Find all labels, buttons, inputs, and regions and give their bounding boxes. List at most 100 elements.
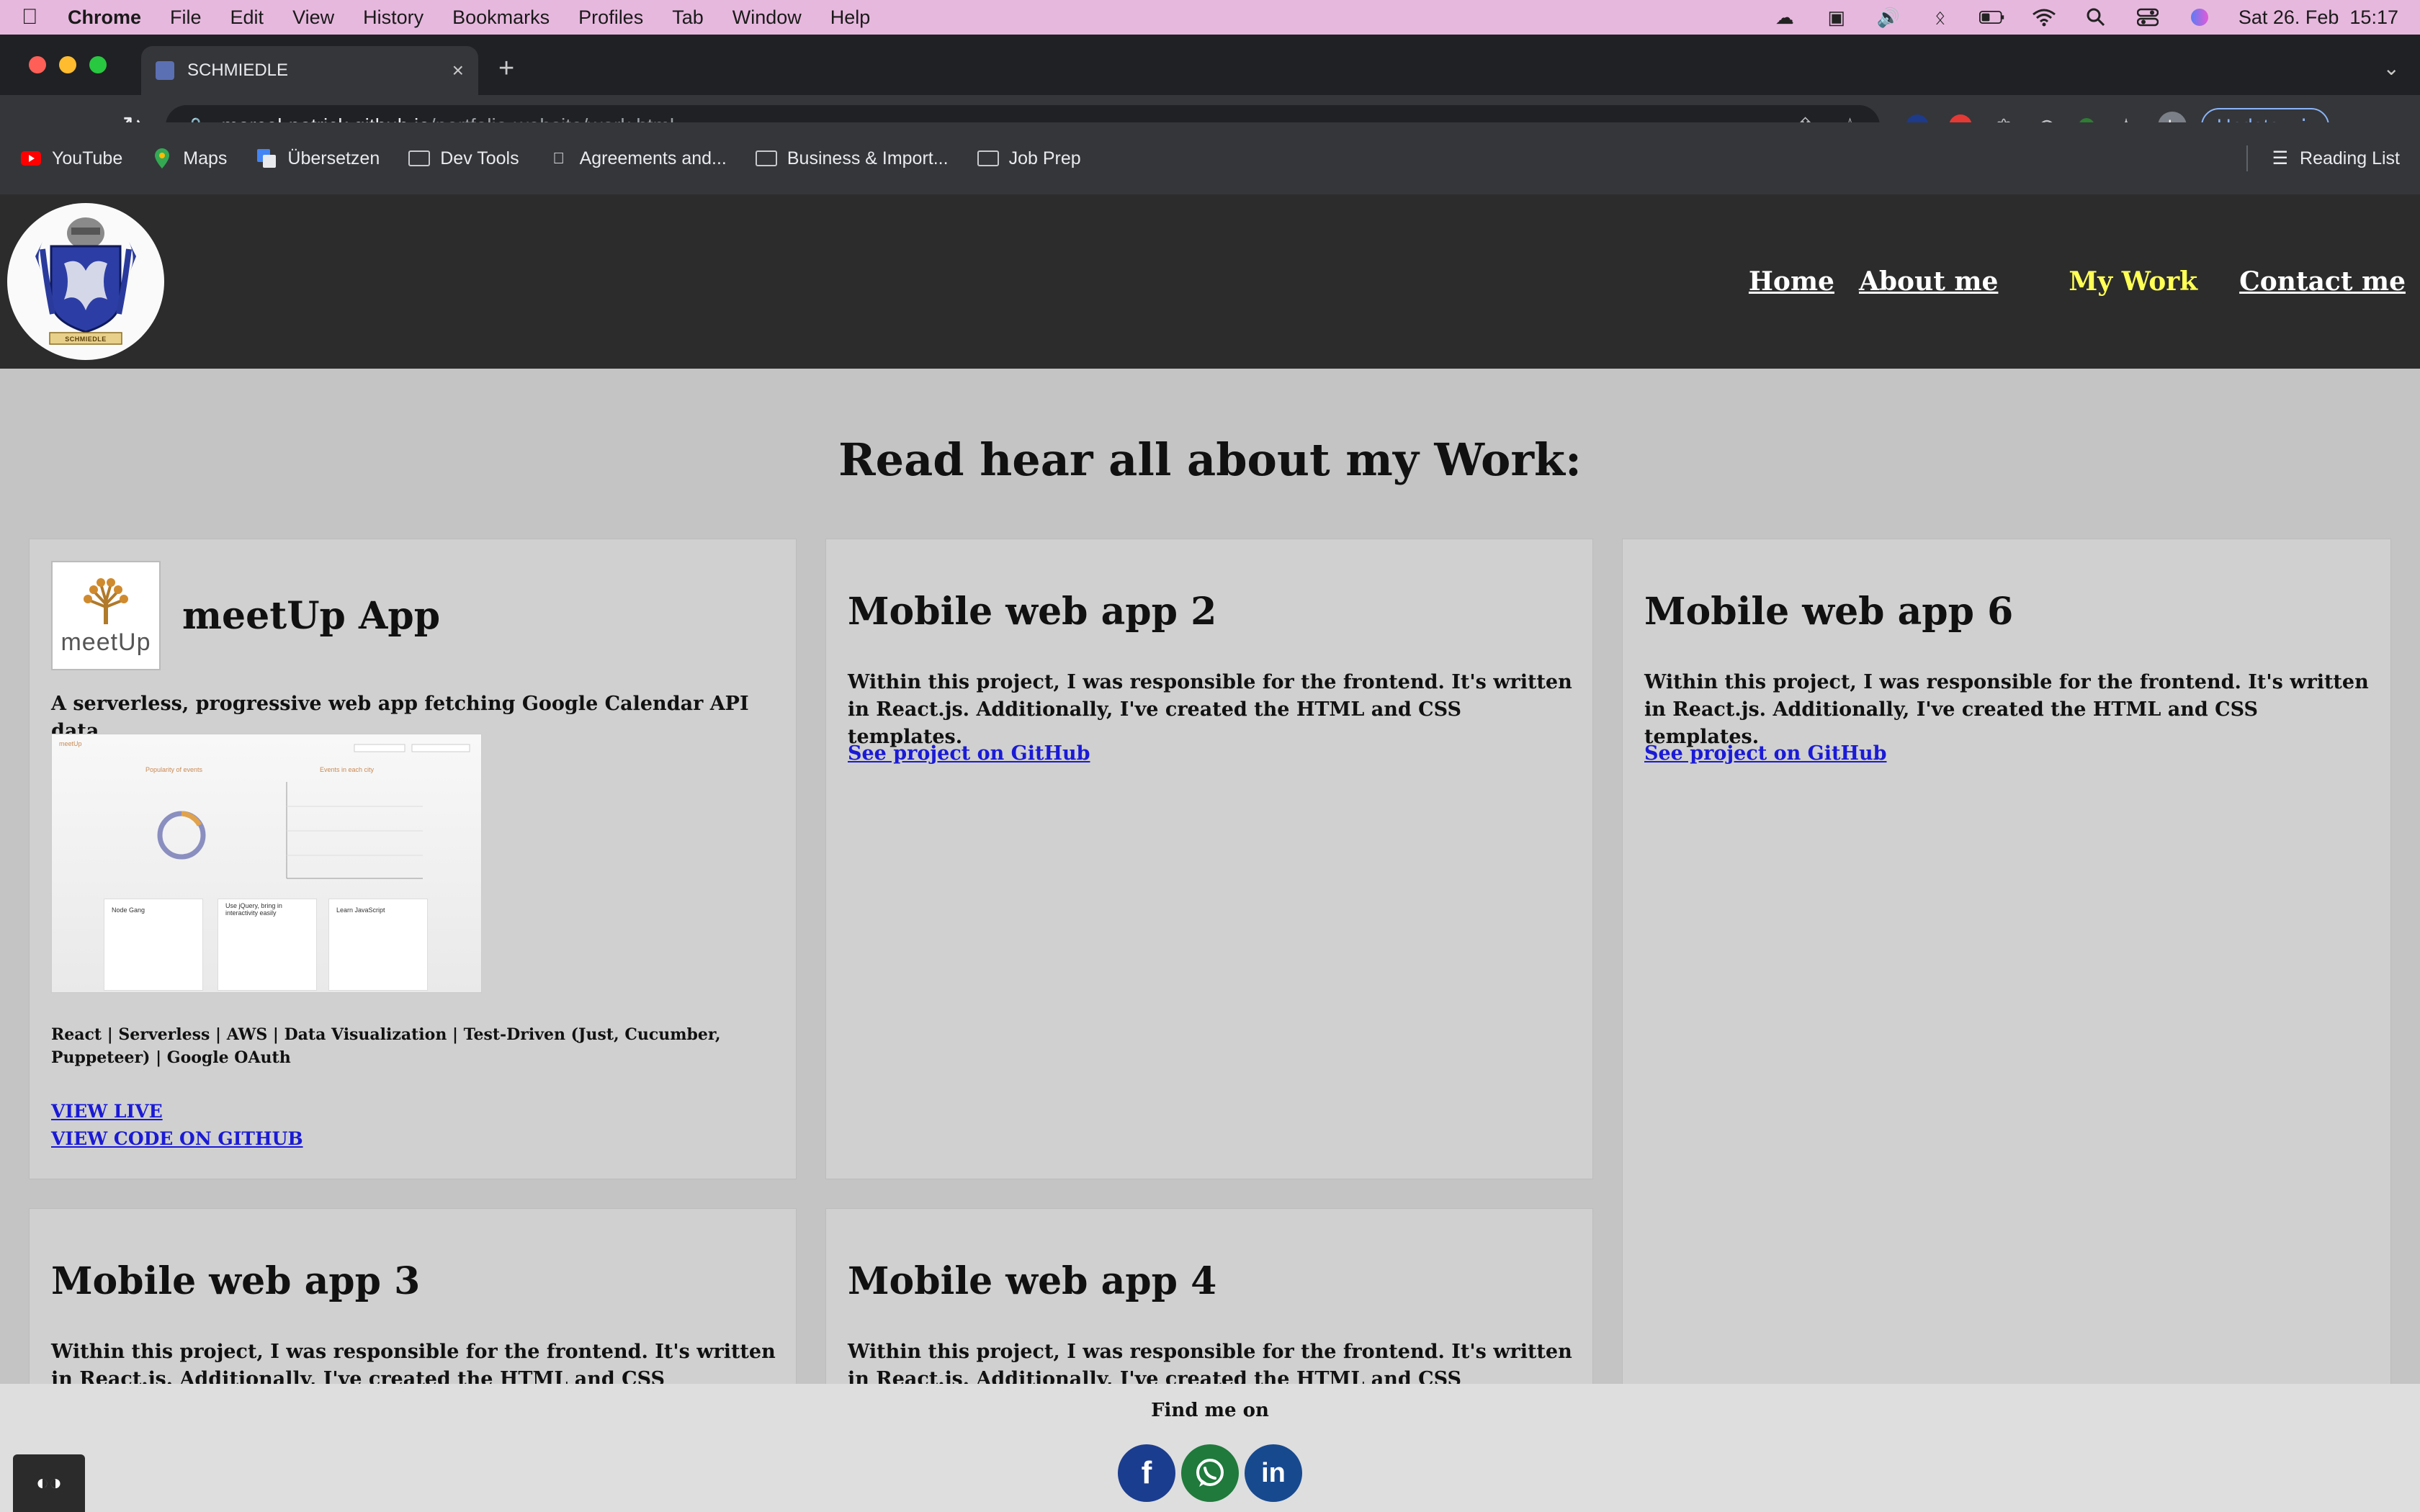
shot-event-title: Learn JavaScript	[336, 906, 385, 914]
bookmark-maps[interactable]: Maps	[151, 148, 227, 169]
work-page-main: Read hear all about my Work: meetUp meet…	[0, 369, 2420, 1384]
maps-pin-icon	[151, 148, 173, 168]
folder-icon	[408, 150, 431, 166]
meetup-logo: meetUp	[51, 561, 161, 670]
bookmark-label: Maps	[183, 148, 228, 168]
bookmark-label: Agreements and...	[579, 148, 727, 168]
menu-app-name[interactable]: Chrome	[68, 6, 141, 29]
tab-search-chevron-icon[interactable]: ⌄	[2383, 56, 2400, 80]
project-title: Mobile web app 4	[848, 1259, 1217, 1303]
meetup-header: meetUp meetUp App	[51, 561, 440, 670]
menu-bookmarks[interactable]: Bookmarks	[452, 6, 550, 29]
shot-event-card: Use jQuery, bring in interactivity easil…	[218, 899, 317, 991]
project-screenshot[interactable]: meetUp Popularity of events Events in ea…	[51, 734, 482, 993]
new-tab-icon[interactable]: +	[498, 53, 514, 84]
site-logo[interactable]: SCHMIEDLE	[7, 203, 164, 360]
menu-tab[interactable]: Tab	[672, 6, 704, 29]
close-window-icon[interactable]	[29, 56, 46, 73]
shot-event-title: Use jQuery, bring in interactivity easil…	[225, 902, 282, 917]
minimize-window-icon[interactable]	[59, 56, 76, 73]
clock[interactable]: Sat 26. Feb 15:17	[2238, 6, 2398, 29]
project-card-app4: Mobile web app 4 Within this project, I …	[825, 1208, 1593, 1384]
site-header: SCHMIEDLE Home About me My Work Contact …	[0, 194, 2420, 369]
view-live-link[interactable]: VIEW LIVE	[51, 1101, 163, 1122]
menu-edit[interactable]: Edit	[230, 6, 264, 29]
whatsapp-icon[interactable]	[1181, 1444, 1239, 1502]
apple-icon: 	[548, 149, 570, 167]
volume-icon[interactable]: 🔊	[1876, 6, 1901, 28]
bookmark-youtube[interactable]: YouTube	[20, 148, 122, 169]
tab-title: SCHMIEDLE	[187, 60, 289, 80]
zoom-window-icon[interactable]	[89, 56, 107, 73]
facebook-icon[interactable]: f	[1118, 1444, 1175, 1502]
siri-icon[interactable]	[2187, 8, 2213, 27]
reader-mode-glasses-icon[interactable]: ◐◑	[13, 1454, 85, 1512]
tab-close-icon[interactable]: ×	[452, 59, 464, 82]
folder-icon	[755, 150, 777, 166]
menu-file[interactable]: File	[170, 6, 202, 29]
cloud-icon[interactable]: ☁	[1772, 6, 1798, 28]
project-card-app3: Mobile web app 3 Within this project, I …	[29, 1208, 797, 1384]
project-description: Within this project, I was responsible f…	[51, 1341, 776, 1384]
menu-profiles[interactable]: Profiles	[578, 6, 643, 29]
spotlight-search-icon[interactable]	[2083, 8, 2109, 27]
shot-event-card: Node Gang	[104, 899, 203, 991]
nav-about-me[interactable]: About me	[1859, 266, 1998, 297]
shot-event-title: Node Gang	[112, 906, 145, 914]
battery-icon[interactable]	[1978, 8, 2005, 27]
window-controls	[29, 56, 107, 73]
project-card-meetup: meetUp meetUp App A serverless, progress…	[29, 539, 797, 1179]
project-title: meetUp App	[182, 593, 441, 638]
project-card-app6: Mobile web app 6 Within this project, I …	[1622, 539, 2391, 1384]
bookmark-label: Dev Tools	[440, 148, 519, 168]
display-icon[interactable]: ▣	[1824, 6, 1850, 28]
reading-list-icon: ☰	[2272, 148, 2289, 168]
menu-window[interactable]: Window	[732, 6, 802, 29]
menu-view[interactable]: View	[292, 6, 334, 29]
view-code-link[interactable]: VIEW CODE ON GITHUB	[51, 1128, 303, 1149]
logo-ribbon-text: SCHMIEDLE	[65, 336, 107, 343]
nav-my-work[interactable]: My Work	[2069, 266, 2197, 297]
bookmark-label: Job Prep	[1008, 148, 1081, 168]
bookmark-label: YouTube	[52, 148, 123, 168]
apple-icon[interactable]: 	[22, 5, 50, 30]
menu-history[interactable]: History	[363, 6, 424, 29]
nav-contact-me[interactable]: Contact me	[2239, 266, 2406, 297]
project-card-app2: Mobile web app 2 Within this project, I …	[825, 539, 1593, 1179]
browser-tab[interactable]: SCHMIEDLE ×	[141, 46, 478, 95]
folder-icon	[977, 150, 999, 166]
find-me-on-label: Find me on	[1151, 1400, 1269, 1421]
control-center-icon[interactable]	[2135, 8, 2161, 27]
youtube-icon	[20, 150, 42, 167]
project-tech-stack: React | Serverless | AWS | Data Visualiz…	[51, 1025, 721, 1067]
bookmark-folder-business[interactable]: Business & Import...	[755, 148, 949, 169]
divider	[2246, 145, 2248, 171]
bookmark-label: Business & Import...	[786, 148, 949, 168]
translate-icon	[256, 149, 277, 168]
github-project-link[interactable]: See project on GitHub	[848, 742, 1090, 765]
site-footer: Find me on f in	[0, 1384, 2420, 1512]
page-title: Read hear all about my Work:	[838, 433, 1582, 486]
social-links: f in	[1118, 1444, 1302, 1502]
coat-of-arms-icon	[35, 217, 136, 345]
project-title: Mobile web app 6	[1644, 590, 2014, 634]
linkedin-icon[interactable]: in	[1245, 1444, 1302, 1502]
bookmark-label: Übersetzen	[287, 148, 380, 168]
bookmark-agreements[interactable]:  Agreements and...	[548, 148, 727, 169]
shot-event-card: Learn JavaScript	[328, 899, 428, 991]
bookmark-folder-job-prep[interactable]: Job Prep	[977, 148, 1081, 169]
project-description: Within this project, I was responsible f…	[848, 671, 1572, 748]
bluetooth-icon[interactable]: ᛟ	[1927, 6, 1953, 28]
bookmark-folder-dev-tools[interactable]: Dev Tools	[408, 148, 519, 169]
bookmarks-bar: YouTube Maps Übersetzen Dev Tools  Agre…	[0, 122, 2420, 194]
menu-help[interactable]: Help	[830, 6, 871, 29]
nav-home[interactable]: Home	[1749, 266, 1834, 297]
github-project-link[interactable]: See project on GitHub	[1644, 742, 1886, 765]
project-title: Mobile web app 3	[51, 1259, 421, 1303]
tab-favicon-icon	[156, 61, 174, 80]
meetup-logo-word: meetUp	[60, 628, 151, 656]
reading-list-button[interactable]: ☰ Reading List	[2246, 145, 2400, 171]
wifi-icon[interactable]	[2031, 8, 2057, 27]
reading-list-label: Reading List	[2300, 148, 2400, 168]
bookmark-translate[interactable]: Übersetzen	[256, 148, 380, 169]
